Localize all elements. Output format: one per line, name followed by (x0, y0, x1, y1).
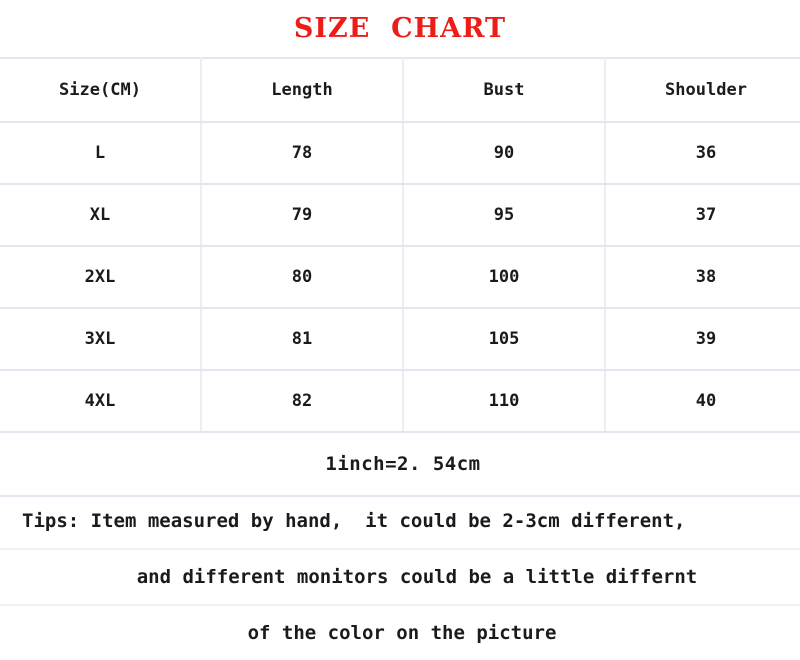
tips-line-3: of the color on the picture (247, 622, 557, 644)
unit-conversion-row: 1inch=2. 54cm (0, 431, 800, 497)
cell-bust: 90 (402, 121, 606, 185)
table-row: 4XL 82 110 40 (0, 369, 800, 433)
cell-size: 2XL (0, 245, 202, 309)
cell-shoulder: 37 (604, 183, 800, 247)
cell-bust: 105 (402, 307, 606, 371)
tips-section: Tips: Item measured by hand, it could be… (0, 494, 800, 660)
tips-line-1: Tips: Item measured by hand, it could be… (0, 494, 800, 550)
cell-size: XL (0, 183, 202, 247)
cell-size: 4XL (0, 369, 202, 433)
cell-length: 81 (200, 307, 404, 371)
table-header-row: Size(CM) Length Bust Shoulder (0, 57, 800, 123)
table-row: 2XL 80 100 38 (0, 245, 800, 309)
column-header-length: Length (200, 57, 404, 123)
cell-shoulder: 39 (604, 307, 800, 371)
column-header-shoulder: Shoulder (604, 57, 800, 123)
cell-length: 82 (200, 369, 404, 433)
cell-length: 80 (200, 245, 404, 309)
column-header-size: Size(CM) (0, 57, 202, 123)
cell-size: 3XL (0, 307, 202, 371)
table-row: L 78 90 36 (0, 121, 800, 185)
cell-bust: 95 (402, 183, 606, 247)
size-chart-table: Size(CM) Length Bust Shoulder L 78 90 36… (0, 57, 800, 497)
cell-bust: 110 (402, 369, 606, 433)
cell-shoulder: 38 (604, 245, 800, 309)
table-row: XL 79 95 37 (0, 183, 800, 247)
cell-shoulder: 36 (604, 121, 800, 185)
cell-shoulder: 40 (604, 369, 800, 433)
cell-length: 79 (200, 183, 404, 247)
unit-conversion-text: 1inch=2. 54cm (0, 431, 800, 497)
page-title: SIZE CHART (293, 13, 507, 44)
column-header-bust: Bust (402, 57, 606, 123)
table-row: 3XL 81 105 39 (0, 307, 800, 371)
cell-length: 78 (200, 121, 404, 185)
cell-size: L (0, 121, 202, 185)
size-chart-page: SIZE CHART Size(CM) Length Bust Shoulder… (0, 0, 800, 657)
cell-bust: 100 (402, 245, 606, 309)
tips-line-2: and different monitors could be a little… (0, 550, 800, 606)
